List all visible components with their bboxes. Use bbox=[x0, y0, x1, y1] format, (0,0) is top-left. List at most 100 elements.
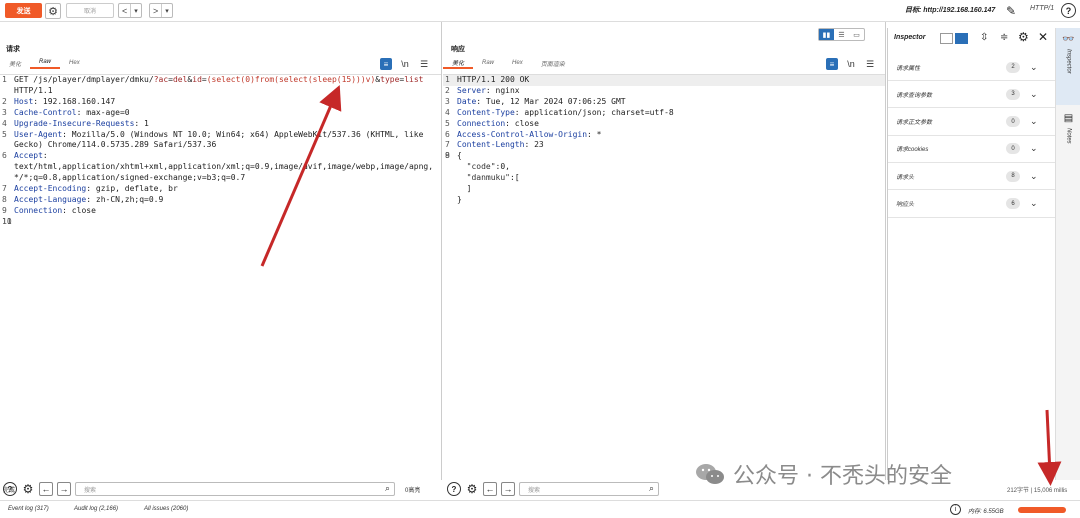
code-token: text/html,application/xhtml+xml,applicat… bbox=[14, 162, 434, 172]
split-vertical-icon[interactable]: ☰ bbox=[834, 29, 849, 40]
event-log-link[interactable]: Event log (317) bbox=[8, 506, 49, 512]
chevron-down-icon[interactable]: ⌄ bbox=[1030, 62, 1038, 73]
chevron-down-icon[interactable]: ⌄ bbox=[1030, 171, 1038, 182]
code-token: :[ bbox=[509, 173, 520, 183]
http-version-toggle[interactable]: HTTP/1 bbox=[1030, 5, 1054, 12]
edit-pencil-icon[interactable]: ✎ bbox=[1006, 4, 1016, 18]
watermark: 公众号 · 不秃头的安全 bbox=[695, 458, 952, 490]
align-icon[interactable]: ⇳ bbox=[980, 32, 988, 43]
code-line: } bbox=[443, 195, 885, 206]
forward-arrow-icon[interactable]: > bbox=[150, 6, 161, 16]
inspector-row[interactable]: 请求查询参数 3 ⌄ bbox=[888, 81, 1056, 109]
gear-icon[interactable]: ⚙ bbox=[1018, 30, 1029, 44]
inspector-row[interactable]: 请求属性 2 ⌄ bbox=[888, 54, 1056, 81]
chevron-down-icon[interactable]: ⌄ bbox=[1030, 89, 1038, 100]
line-number: 4 bbox=[445, 107, 450, 117]
close-icon[interactable]: ✕ bbox=[1038, 30, 1048, 44]
response-search-input[interactable]: 搜索 ⌕ bbox=[519, 482, 659, 496]
all-issues-link[interactable]: All issues (2060) bbox=[144, 506, 188, 512]
side-tab-inspector[interactable]: 👓 Inspector bbox=[1056, 28, 1080, 105]
help-icon[interactable]: ? bbox=[447, 482, 461, 496]
request-pane: 请求 美化 Raw Hex ≡ \n ☰ 1 GET /js/player/dmp… bbox=[0, 22, 442, 496]
code-token: Accept-Encoding bbox=[14, 184, 87, 194]
tab-render[interactable]: 页面渲染 bbox=[532, 57, 574, 69]
code-line: 1 GET /js/player/dmplayer/dmku/?ac=del&id… bbox=[0, 75, 441, 86]
gear-icon[interactable]: ⚙ bbox=[21, 482, 35, 496]
sort-icon[interactable]: ≑ bbox=[1000, 32, 1008, 43]
layout-left-icon[interactable] bbox=[940, 33, 953, 44]
tab-raw[interactable]: Raw bbox=[30, 57, 61, 69]
code-token: : 192.168.160.147 bbox=[33, 96, 116, 106]
code-token: Connection bbox=[14, 205, 63, 215]
line-number: 3 bbox=[445, 96, 450, 106]
tab-pretty[interactable]: 美化 bbox=[0, 57, 30, 69]
gear-icon[interactable]: ⚙ bbox=[465, 482, 479, 496]
newline-toggle-icon[interactable]: \n bbox=[399, 59, 411, 69]
search-icon: ⌕ bbox=[648, 483, 654, 493]
prev-match-icon[interactable]: ← bbox=[483, 482, 497, 496]
line-number: 3 bbox=[2, 107, 7, 117]
code-token: : Mozilla/5.0 (Windows NT 10.0; Win64; x… bbox=[62, 129, 424, 139]
line-number: 4 bbox=[2, 118, 7, 128]
tab-hex[interactable]: Hex bbox=[60, 57, 89, 69]
tab-pretty[interactable]: 美化 bbox=[443, 57, 474, 69]
cancel-button[interactable]: 取消 bbox=[66, 3, 114, 18]
request-editor[interactable]: 1 GET /js/player/dmplayer/dmku/?ac=del&id… bbox=[0, 74, 441, 454]
status-done: 完成 bbox=[3, 488, 16, 494]
chevron-down-icon[interactable]: ⌄ bbox=[1030, 143, 1038, 154]
audit-log-link[interactable]: Audit log (2,166) bbox=[74, 506, 118, 512]
code-token: list bbox=[404, 75, 424, 84]
chevron-down-icon[interactable]: ⌄ bbox=[1030, 198, 1038, 209]
line-number: 6 bbox=[2, 151, 7, 161]
newline-toggle-icon[interactable]: \n bbox=[845, 59, 857, 69]
line-number: 2 bbox=[2, 96, 7, 106]
split-horizontal-icon[interactable]: ▮▮ bbox=[819, 29, 834, 40]
code-token: GET /js/player/dmplayer/dmku/ bbox=[14, 75, 154, 84]
inspector-row[interactable]: 请求头 8 ⌄ bbox=[888, 163, 1056, 191]
layout-toggle[interactable]: ▮▮ ☰ ▭ bbox=[818, 28, 865, 41]
code-line: 1 HTTP/1.1 200 OK bbox=[443, 75, 885, 86]
menu-icon[interactable]: ☰ bbox=[864, 59, 876, 70]
forward-dropdown-icon[interactable]: ▾ bbox=[162, 7, 172, 15]
inspector-layout-toggle[interactable] bbox=[940, 33, 968, 44]
top-toolbar: 发送 ⚙ 取消 < ▾ > ▾ 目标: http://192.168.160.1… bbox=[0, 0, 1080, 22]
layout-right-icon[interactable] bbox=[955, 33, 968, 44]
request-search-input[interactable]: 搜索 ⌕ bbox=[75, 482, 395, 496]
history-forward-group[interactable]: > ▾ bbox=[149, 3, 173, 18]
inspector-row[interactable]: 请求正文参数 0 ⌄ bbox=[888, 109, 1056, 136]
help-icon[interactable]: ? bbox=[1061, 3, 1076, 18]
inspector-row[interactable]: 响应头 6 ⌄ bbox=[888, 191, 1056, 218]
code-line: 8 Accept-Language: zh-CN,zh;q=0.9 bbox=[0, 195, 441, 206]
tab-raw[interactable]: Raw bbox=[473, 57, 503, 69]
menu-icon[interactable]: ☰ bbox=[418, 59, 430, 70]
back-arrow-icon[interactable]: < bbox=[119, 6, 130, 16]
status-bar: Event log (317) Audit log (2,166) All is… bbox=[0, 500, 1080, 518]
wrap-lines-icon[interactable]: ≡ bbox=[826, 58, 838, 70]
inspector-row-count: 3 bbox=[1006, 88, 1020, 100]
inspector-row-label: 请求正文参数 bbox=[896, 120, 933, 127]
single-pane-icon[interactable]: ▭ bbox=[849, 29, 864, 40]
response-editor[interactable]: 1 HTTP/1.1 200 OK 2 Server: nginx 3 Date: Tue… bbox=[443, 74, 885, 454]
gear-icon[interactable]: ⚙ bbox=[45, 3, 61, 19]
tab-hex[interactable]: Hex bbox=[503, 57, 532, 69]
request-tabs: 美化 Raw Hex bbox=[0, 57, 89, 69]
code-token: Gecko) Chrome/114.0.5735.289 Safari/537.… bbox=[14, 140, 217, 150]
side-tab-notes[interactable]: ▤ Notes bbox=[1056, 110, 1080, 170]
prev-match-icon[interactable]: ← bbox=[39, 482, 53, 496]
wrap-lines-icon[interactable]: ≡ bbox=[380, 58, 392, 70]
info-icon[interactable]: i bbox=[950, 504, 961, 515]
next-match-icon[interactable]: → bbox=[501, 482, 515, 496]
inspector-row[interactable]: 请求cookies 0 ⌄ bbox=[888, 136, 1056, 163]
request-title: 请求 bbox=[6, 46, 20, 53]
line-number: 9 bbox=[2, 205, 7, 215]
back-dropdown-icon[interactable]: ▾ bbox=[131, 7, 141, 15]
send-button[interactable]: 发送 bbox=[5, 3, 42, 18]
code-line: 3 Cache-Control: max-age=0 bbox=[0, 108, 441, 119]
next-match-icon[interactable]: → bbox=[57, 482, 71, 496]
inspector-row-label: 请求头 bbox=[896, 174, 915, 181]
watermark-text: 公众号 · 不秃头的安全 bbox=[733, 464, 952, 489]
history-back-group[interactable]: < ▾ bbox=[118, 3, 142, 18]
chevron-down-icon[interactable]: ⌄ bbox=[1030, 116, 1038, 127]
notes-icon: ▤ bbox=[1063, 113, 1074, 124]
code-line: 5 User-Agent: Mozilla/5.0 (Windows NT 10.… bbox=[0, 130, 441, 141]
